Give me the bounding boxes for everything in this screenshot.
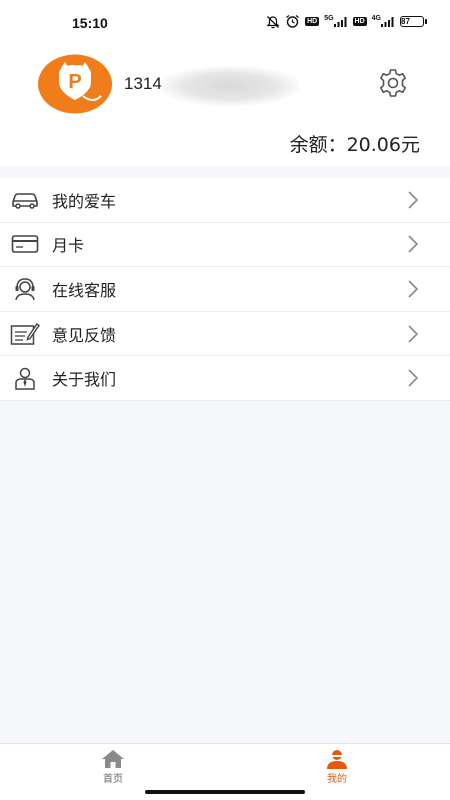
chevron-right-icon (408, 280, 419, 298)
home-indicator (145, 790, 305, 794)
signal-4g: 4G (371, 15, 395, 27)
status-bar: 15:10 HD 5G HD 4G 87 (0, 0, 450, 40)
parking-logo-icon: P (38, 54, 112, 114)
chevron-right-icon (408, 325, 419, 343)
gear-icon (380, 69, 406, 97)
menu-list: 我的爱车 月卡 在线客服 意见反馈 关于我们 (0, 178, 450, 401)
card-icon (10, 231, 40, 257)
tab-home-label: 首页 (103, 774, 123, 785)
signal-bars-icon (381, 16, 394, 27)
status-icons: HD 5G HD 4G 87 (266, 14, 427, 29)
balance-label: 余额： (289, 134, 347, 156)
tab-home[interactable]: 首页 (63, 744, 163, 788)
menu-item-label: 月卡 (52, 236, 85, 256)
menu-item-customer-service[interactable]: 在线客服 (0, 267, 450, 312)
menu-item-my-car[interactable]: 我的爱车 (0, 178, 450, 223)
menu-item-label: 我的爱车 (52, 191, 117, 211)
network-4g-label: 4G (371, 15, 381, 22)
menu-item-label: 意见反馈 (52, 325, 117, 345)
chevron-right-icon (408, 191, 419, 209)
user-icon (327, 750, 347, 769)
hd-badge-1: HD (305, 17, 320, 26)
signal-5g: 5G (324, 15, 347, 27)
chevron-right-icon (408, 235, 419, 253)
tab-mine[interactable]: 我的 (287, 744, 387, 788)
phone-blur-mask (160, 66, 300, 106)
menu-item-about-us[interactable]: 关于我们 (0, 356, 450, 401)
home-icon (102, 750, 124, 768)
network-5g-label: 5G (324, 15, 334, 22)
phone-number: 1314 (124, 74, 162, 93)
feedback-icon (10, 321, 40, 347)
mute-bell-icon (266, 15, 280, 29)
menu-item-label: 在线客服 (52, 280, 117, 300)
menu-item-label: 关于我们 (52, 370, 117, 390)
menu-item-monthly-card[interactable]: 月卡 (0, 223, 450, 268)
status-time: 15:10 (72, 15, 108, 31)
car-icon (10, 187, 40, 213)
avatar-letter: P (68, 71, 81, 93)
profile-header: P 1314 余额：20.06元 (0, 40, 450, 166)
hd-badge-2: HD (352, 17, 367, 26)
avatar[interactable]: P (37, 54, 113, 114)
headset-icon (10, 276, 40, 302)
chevron-right-icon (408, 369, 419, 387)
menu-item-feedback[interactable]: 意见反馈 (0, 312, 450, 357)
person-icon (10, 365, 40, 391)
battery-icon: 87 (400, 16, 427, 27)
tab-mine-label: 我的 (327, 774, 347, 785)
settings-button[interactable] (376, 66, 410, 100)
balance-value: 20.06元 (346, 134, 420, 156)
signal-bars-icon (333, 16, 347, 27)
balance-display: 余额：20.06元 (290, 130, 420, 157)
alarm-icon (285, 14, 300, 29)
